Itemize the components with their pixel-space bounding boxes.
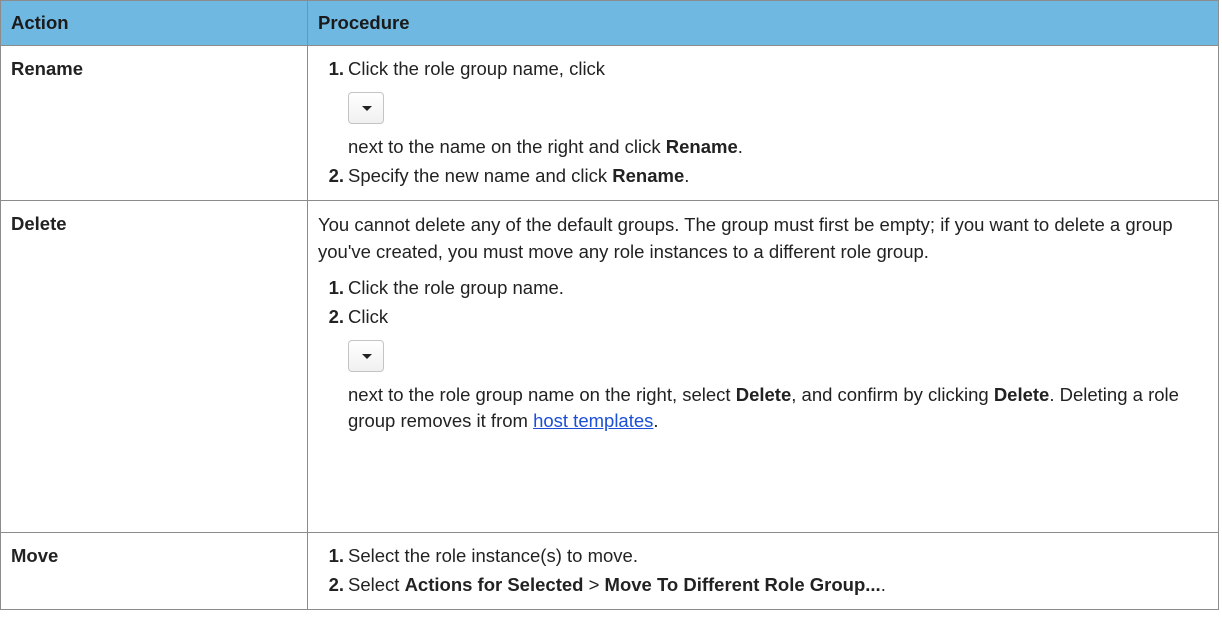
step-list: 1 Click the role group name, click next … [318, 56, 1208, 189]
punctuation: . [684, 165, 690, 186]
table-row-delete: Delete You cannot delete any of the defa… [0, 200, 1219, 533]
procedure-cell: You cannot delete any of the default gro… [307, 200, 1219, 533]
ui-term: Delete [735, 384, 792, 405]
action-name: Delete [0, 200, 308, 533]
step-number: 1 [318, 543, 344, 569]
step-text: > [583, 574, 605, 595]
step-number: 1 [318, 275, 344, 301]
table-row-move: Move 1 Select the role instance(s) to mo… [0, 532, 1219, 610]
table-header-row: Action Procedure [0, 0, 1219, 46]
step-text: , and confirm by clicking [791, 384, 994, 405]
step-item: 2 Specify the new name and click Rename. [329, 163, 1208, 189]
column-header-action: Action [0, 0, 308, 46]
procedure-table: Action Procedure Rename 1 Click the role… [0, 0, 1219, 610]
step-list: 1 Click the role group name. 2 Click nex… [318, 275, 1208, 434]
procedure-cell: 1 Click the role group name, click next … [307, 45, 1219, 201]
step-item: 1 Select the role instance(s) to move. [329, 543, 1208, 569]
ui-term: Move To Different Role Group... [604, 574, 881, 595]
step-text: Select [348, 574, 405, 595]
column-header-procedure: Procedure [307, 0, 1219, 46]
step-text: Specify the new name and click [348, 165, 613, 186]
host-templates-link[interactable]: host templates [533, 410, 653, 431]
step-number: 1 [318, 56, 344, 82]
step-item: 1 Click the role group name, click next … [329, 56, 1208, 160]
step-item: 1 Click the role group name. [329, 275, 1208, 301]
step-item: 2 Click next to the role group name on t… [329, 304, 1208, 434]
step-text: Click the role group name. [348, 277, 564, 298]
ui-term: Actions for Selected [404, 574, 584, 595]
step-item: 2 Select Actions for Selected > Move To … [329, 572, 1208, 598]
action-name: Rename [0, 45, 308, 201]
caret-down-icon [362, 106, 372, 111]
punctuation: . [653, 410, 659, 431]
ui-term: Delete [993, 384, 1050, 405]
step-number: 2 [318, 304, 344, 330]
delete-intro-text: You cannot delete any of the default gro… [318, 214, 1173, 262]
caret-down-icon [362, 354, 372, 359]
punctuation: . [880, 574, 886, 595]
ui-term: Rename [612, 165, 685, 186]
punctuation: . [737, 136, 743, 157]
step-text: Click the role group name, click [348, 58, 606, 79]
step-text: Select the role instance(s) to move. [348, 545, 638, 566]
dropdown-button[interactable] [348, 92, 384, 124]
dropdown-button[interactable] [348, 340, 384, 372]
ui-term: Rename [665, 136, 738, 157]
step-text: next to the name on the right and click [348, 136, 666, 157]
action-name: Move [0, 532, 308, 610]
step-text: Click [348, 306, 389, 327]
step-list: 1 Select the role instance(s) to move. 2… [318, 543, 1208, 598]
table-row-rename: Rename 1 Click the role group name, clic… [0, 45, 1219, 201]
procedure-cell: 1 Select the role instance(s) to move. 2… [307, 532, 1219, 610]
step-number: 2 [318, 163, 344, 189]
step-number: 2 [318, 572, 344, 598]
step-text: next to the role group name on the right… [348, 384, 736, 405]
